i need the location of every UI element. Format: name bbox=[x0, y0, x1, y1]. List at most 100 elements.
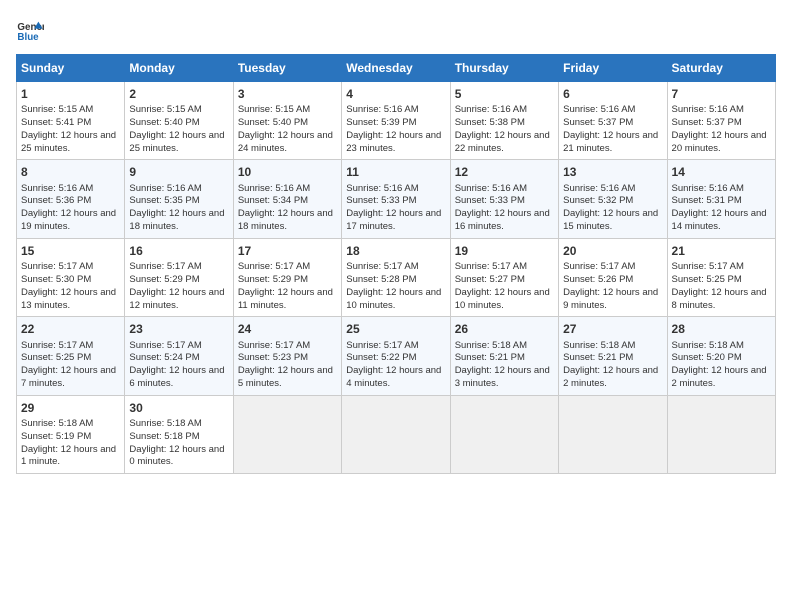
day-number: 14 bbox=[672, 164, 771, 180]
day-cell: 18 Sunrise: 5:17 AM Sunset: 5:28 PM Dayligh… bbox=[342, 238, 450, 316]
sunset: Sunset: 5:36 PM bbox=[21, 195, 91, 206]
daylight: Daylight: 12 hours and 17 minutes. bbox=[346, 208, 441, 232]
week-row-1: 1Sunrise: 5:15 AMSunset: 5:41 PMDaylight… bbox=[17, 82, 776, 160]
daylight: Daylight: 12 hours and 0 minutes. bbox=[129, 444, 224, 468]
day-cell: 6Sunrise: 5:16 AMSunset: 5:37 PMDaylight… bbox=[559, 82, 667, 160]
sunrise: Sunrise: 5:18 AM bbox=[563, 340, 635, 351]
day-cell: 30Sunrise: 5:18 AMSunset: 5:18 PMDayligh… bbox=[125, 395, 233, 473]
sunset: Sunset: 5:40 PM bbox=[238, 117, 308, 128]
daylight: Daylight: 12 hours and 13 minutes. bbox=[21, 287, 116, 311]
sunset: Sunset: 5:20 PM bbox=[672, 352, 742, 363]
day-number: 2 bbox=[129, 86, 228, 102]
day-cell: 17Sunrise: 5:17 AMSunset: 5:29 PMDayligh… bbox=[233, 238, 341, 316]
day-number: 13 bbox=[563, 164, 662, 180]
day-cell bbox=[559, 395, 667, 473]
day-number: 9 bbox=[129, 164, 228, 180]
day-cell: 12Sunrise: 5:16 AMSunset: 5:33 PMDayligh… bbox=[450, 160, 558, 238]
sunset: Sunset: 5:21 PM bbox=[563, 352, 633, 363]
day-cell: 4Sunrise: 5:16 AMSunset: 5:39 PMDaylight… bbox=[342, 82, 450, 160]
daylight: Daylight: 12 hours and 10 minutes. bbox=[346, 287, 441, 311]
sunset: Sunset: 5:35 PM bbox=[129, 195, 199, 206]
day-cell bbox=[667, 395, 775, 473]
sunrise: Sunrise: 5:16 AM bbox=[455, 104, 527, 115]
week-row-3: 15Sunrise: 5:17 AMSunset: 5:30 PMDayligh… bbox=[17, 238, 776, 316]
sunrise: Sunrise: 5:17 AM bbox=[129, 340, 201, 351]
sunset: Sunset: 5:28 PM bbox=[346, 274, 416, 285]
header-saturday: Saturday bbox=[667, 55, 775, 82]
sunset: Sunset: 5:32 PM bbox=[563, 195, 633, 206]
day-cell bbox=[233, 395, 341, 473]
sunset: Sunset: 5:38 PM bbox=[455, 117, 525, 128]
header-wednesday: Wednesday bbox=[342, 55, 450, 82]
sunrise: Sunrise: 5:16 AM bbox=[346, 104, 418, 115]
day-number: 11 bbox=[346, 164, 445, 180]
day-cell: 16Sunrise: 5:17 AMSunset: 5:29 PMDayligh… bbox=[125, 238, 233, 316]
day-number: 23 bbox=[129, 321, 228, 337]
daylight: Daylight: 12 hours and 15 minutes. bbox=[563, 208, 658, 232]
daylight: Daylight: 12 hours and 25 minutes. bbox=[21, 130, 116, 154]
day-cell bbox=[450, 395, 558, 473]
day-cell: 19Sunrise: 5:17 AMSunset: 5:27 PMDayligh… bbox=[450, 238, 558, 316]
day-cell: 24Sunrise: 5:17 AMSunset: 5:23 PMDayligh… bbox=[233, 317, 341, 395]
day-number: 24 bbox=[238, 321, 337, 337]
sunset: Sunset: 5:37 PM bbox=[563, 117, 633, 128]
day-cell: 11 Sunrise: 5:16 AMSunset: 5:33 PM Dayligh… bbox=[342, 160, 450, 238]
daylight: Daylight: 12 hours and 5 minutes. bbox=[238, 365, 333, 389]
sunset: Sunset: 5:30 PM bbox=[21, 274, 91, 285]
sunset: Sunset: 5:39 PM bbox=[346, 117, 416, 128]
sunset: Sunset: 5:31 PM bbox=[672, 195, 742, 206]
sunrise: Sunrise: 5:16 AM bbox=[238, 183, 310, 194]
header-sunday: Sunday bbox=[17, 55, 125, 82]
daylight: Daylight: 12 hours and 22 minutes. bbox=[455, 130, 550, 154]
day-cell: 25Sunrise: 5:17 AMSunset: 5:22 PMDayligh… bbox=[342, 317, 450, 395]
day-number: 27 bbox=[563, 321, 662, 337]
day-number: 28 bbox=[672, 321, 771, 337]
day-number: 12 bbox=[455, 164, 554, 180]
daylight: Daylight: 12 hours and 16 minutes. bbox=[455, 208, 550, 232]
day-cell: 5Sunrise: 5:16 AMSunset: 5:38 PMDaylight… bbox=[450, 82, 558, 160]
daylight: Daylight: 12 hours and 2 minutes. bbox=[672, 365, 767, 389]
sunset: Sunset: 5:37 PM bbox=[672, 117, 742, 128]
day-number: 19 bbox=[455, 243, 554, 259]
day-cell: 8Sunrise: 5:16 AMSunset: 5:36 PMDaylight… bbox=[17, 160, 125, 238]
sunset: Sunset: 5:33 PM bbox=[455, 195, 525, 206]
day-cell: 23Sunrise: 5:17 AMSunset: 5:24 PMDayligh… bbox=[125, 317, 233, 395]
daylight: Daylight: 12 hours and 24 minutes. bbox=[238, 130, 333, 154]
sunset: Sunset: 5:18 PM bbox=[129, 431, 199, 442]
day-number: 20 bbox=[563, 243, 662, 259]
sunset: Sunset: 5:34 PM bbox=[238, 195, 308, 206]
daylight: Daylight: 12 hours and 4 minutes. bbox=[346, 365, 441, 389]
sunset: Sunset: 5:29 PM bbox=[129, 274, 199, 285]
day-number: 26 bbox=[455, 321, 554, 337]
day-number: 25 bbox=[346, 321, 445, 337]
day-cell: 1Sunrise: 5:15 AMSunset: 5:41 PMDaylight… bbox=[17, 82, 125, 160]
day-cell: 15Sunrise: 5:17 AMSunset: 5:30 PMDayligh… bbox=[17, 238, 125, 316]
logo: General Blue bbox=[16, 16, 44, 44]
sunrise: Sunrise: 5:16 AM bbox=[21, 183, 93, 194]
day-number: 18 bbox=[346, 243, 445, 259]
day-number: 1 bbox=[21, 86, 120, 102]
daylight: Daylight: 12 hours and 3 minutes. bbox=[455, 365, 550, 389]
header-friday: Friday bbox=[559, 55, 667, 82]
sunrise: Sunrise: 5:15 AM bbox=[238, 104, 310, 115]
sunrise: Sunrise: 5:16 AM bbox=[346, 183, 418, 194]
sunrise: Sunrise: 5:18 AM bbox=[672, 340, 744, 351]
daylight: Daylight: 12 hours and 19 minutes. bbox=[21, 208, 116, 232]
sunset: Sunset: 5:23 PM bbox=[238, 352, 308, 363]
logo-icon: General Blue bbox=[16, 16, 44, 44]
week-row-4: 22Sunrise: 5:17 AMSunset: 5:25 PMDayligh… bbox=[17, 317, 776, 395]
sunrise: Sunrise: 5:17 AM bbox=[455, 261, 527, 272]
week-row-2: 8Sunrise: 5:16 AMSunset: 5:36 PMDaylight… bbox=[17, 160, 776, 238]
daylight: Daylight: 12 hours and 7 minutes. bbox=[21, 365, 116, 389]
sunrise: Sunrise: 5:17 AM bbox=[21, 261, 93, 272]
daylight: Daylight: 12 hours and 1 minute. bbox=[21, 444, 116, 468]
daylight: Daylight: 12 hours and 8 minutes. bbox=[672, 287, 767, 311]
daylight: Daylight: 12 hours and 11 minutes. bbox=[238, 287, 333, 311]
day-number: 17 bbox=[238, 243, 337, 259]
sunset: Sunset: 5:33 PM bbox=[346, 195, 416, 206]
sunrise: Sunrise: 5:16 AM bbox=[563, 183, 635, 194]
day-cell: 28 Sunrise: 5:18 AMSunset: 5:20 PM Dayligh… bbox=[667, 317, 775, 395]
header-thursday: Thursday bbox=[450, 55, 558, 82]
sunrise: Sunrise: 5:17 AM bbox=[346, 261, 418, 272]
sunrise: Sunrise: 5:16 AM bbox=[563, 104, 635, 115]
